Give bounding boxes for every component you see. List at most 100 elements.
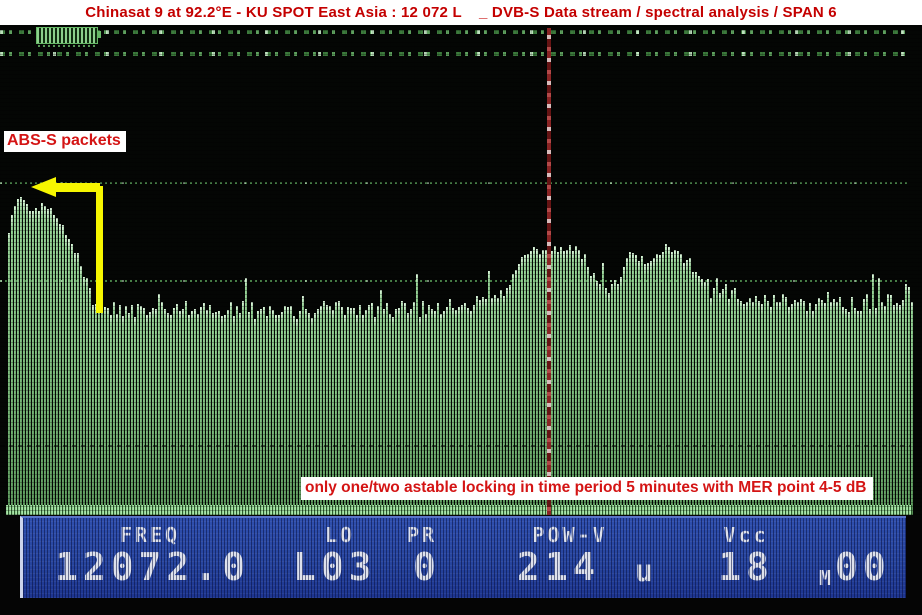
spectrum-bar [77,253,79,515]
spectrum-bar [287,307,289,515]
spectrum-bar [173,308,175,515]
spectrum-bar [875,308,877,515]
spectrum-bar [35,208,37,515]
spectrum-bar [47,209,49,515]
spectrum-bar [629,252,631,515]
spectrum-bar [905,284,907,515]
spectrum-bar [536,249,538,515]
spectrum-bar [14,206,16,515]
vcc-value: 18 [714,547,778,587]
spectrum-bar [80,266,82,515]
spectrum-bar [584,254,586,515]
spectrum-bar [89,288,91,515]
pow-v-label: POW-V [510,523,630,545]
freq-value: 12072.0 [55,547,250,587]
spectrum-bar [164,309,166,515]
reference-line-top-1 [0,30,910,34]
spectrum-bar [902,300,904,515]
spectrum-bar [230,302,232,515]
spectrum-bar [893,305,895,515]
spectrum-bar [221,316,223,515]
spectrum-bar [179,311,181,516]
spectrum-bar [275,315,277,515]
spectrum-bar [578,250,580,515]
spectrum-bar [557,252,559,515]
spectrum-bar [677,251,679,515]
pr-value: 0 [397,547,457,587]
spectrum-bar [674,250,676,515]
spectrum-bar [38,211,40,515]
spectrum-bar [182,309,184,515]
spectrum-bar [260,309,262,515]
spectrum-bar [254,319,256,515]
spectrum-bar [65,235,67,515]
center-frequency-marker [547,28,551,515]
spectrum-bar [527,254,529,515]
spectrum-bar [671,252,673,515]
mode-prefix: M [819,566,831,590]
spectrum-bar [665,244,667,515]
spectrum-baseline [6,505,912,515]
spectrum-bar [167,313,169,515]
meter-screen: Chinasat 9 at 92.2°E - KU SPOT East Asia… [0,0,922,615]
spectrum-bar [152,308,154,515]
spectrum-bar [215,312,217,515]
spectrum-bar [524,255,526,515]
spectrum-bar [92,305,94,515]
spectrum-bar [269,306,271,515]
spectrum-bar [188,315,190,515]
spectrum-bar [191,311,193,515]
freq-label: FREQ [75,523,225,545]
spectrum-bar [74,253,76,515]
spectrum-bar [278,315,280,515]
pr-label: PR [392,523,452,545]
spectrum-bar [206,310,208,515]
reference-line-mid-2 [0,280,910,282]
spectrum-bar [44,206,46,516]
spectrum-bar [284,306,286,515]
spectrum-bar [176,304,178,515]
spectrum-bar [137,304,139,515]
spectrum-bar [143,308,145,515]
spectrum-bar [662,252,664,515]
spectrum-bar [155,309,157,515]
spectrum-bar [209,305,211,515]
spectrum-bar [11,215,13,515]
spectrum-bar [227,310,229,515]
pow-v-unit: u [635,554,653,589]
spectrum-bar [551,251,553,515]
mode-value: 00 [835,547,891,587]
spectrum-bar [149,312,151,515]
spectrum-bar [125,306,127,515]
spectrum-bar [110,315,112,515]
spectrum-bar [635,255,637,515]
spectrum-bar [197,314,199,515]
spectrum-bar [245,278,247,515]
spectrum-bar [59,224,61,515]
spectrum-bar [884,306,886,515]
spectrum-bar [539,254,541,515]
spectrum-bar [218,311,220,515]
spectrum-bar [560,247,562,515]
spectrum-bar [212,313,214,515]
spectrum-bar [281,312,283,515]
spectrum-bar [266,316,268,515]
spectrum-bar [83,277,85,515]
spectrum-bar [293,316,295,515]
spectrum-bar [17,199,19,515]
title-bar: Chinasat 9 at 92.2°E - KU SPOT East Asia… [0,0,922,25]
spectrum-bar [101,303,103,515]
spectrum-bar [140,306,142,515]
spectrum-bar [71,244,73,516]
spectrum-bar [290,306,292,515]
spectrum-bar [236,306,238,515]
spectrum-bar [296,319,298,515]
spectrum-bar [95,304,97,515]
vcc-label: Vcc [714,523,778,545]
spectrum-bar [239,313,241,515]
spectrum-bar [530,251,532,515]
spectrum-bar [233,316,235,515]
spectrum-bar [128,313,130,515]
level-indicator-ticks [38,45,96,47]
spectrum-bar [263,307,265,515]
